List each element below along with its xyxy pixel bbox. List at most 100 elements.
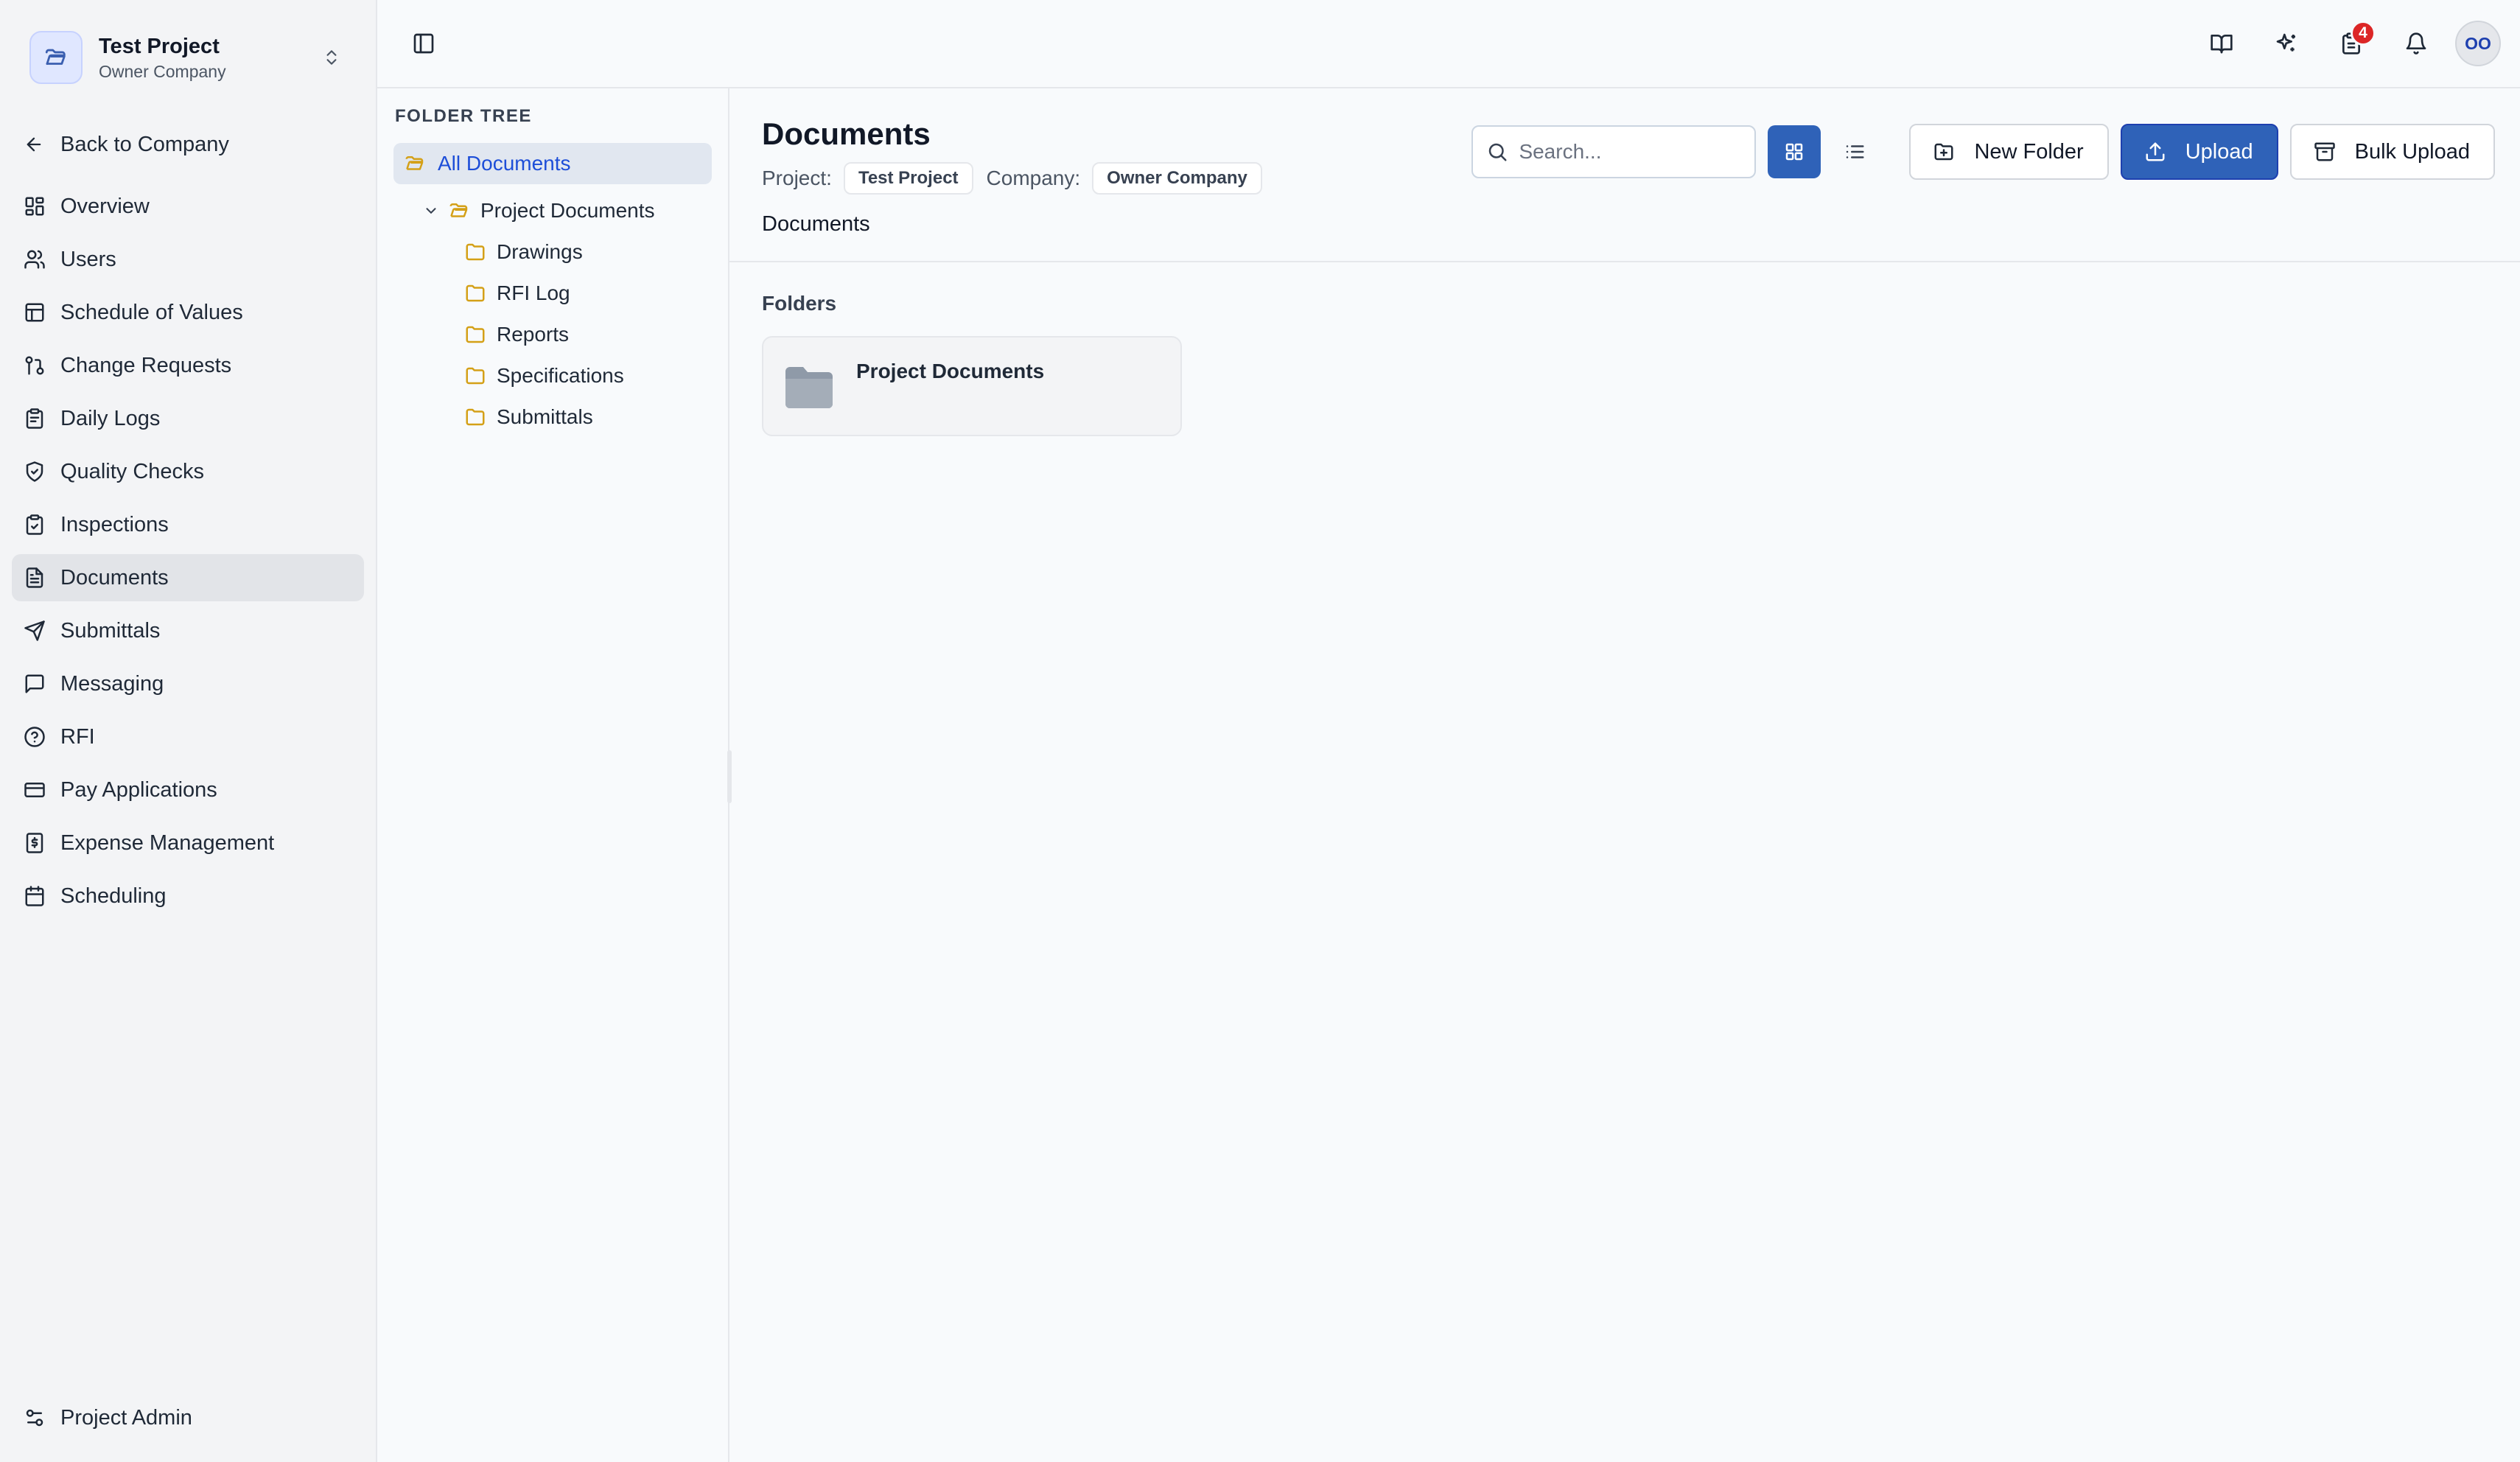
panel-resize-handle[interactable]	[727, 750, 732, 803]
sidebar-item-daily-logs[interactable]: Daily Logs	[12, 395, 364, 442]
app-root: Test Project Owner Company Back to Compa…	[0, 0, 2520, 1462]
sidebar-item-pay-applications[interactable]: Pay Applications	[12, 766, 364, 814]
sidebar-item-overview[interactable]: Overview	[12, 183, 364, 230]
breadcrumb[interactable]: Documents	[762, 212, 2495, 237]
settings-sliders-icon	[26, 1409, 43, 1427]
sidebar-item-label: Quality Checks	[60, 459, 205, 483]
folder-icon	[466, 326, 485, 343]
folder-card-name: Project Documents	[856, 360, 1045, 382]
tasks-button[interactable]: 4	[2325, 18, 2377, 69]
back-to-company-link[interactable]: Back to Company	[12, 119, 364, 169]
sidebar-item-schedule-of-values[interactable]: Schedule of Values	[12, 289, 364, 336]
main-area: 4 OO FOLDER TREE All Documents Project D…	[377, 0, 2520, 1462]
chevrons-up-down-icon	[317, 43, 346, 72]
sidebar-nav: Overview Users Schedule of Values Change…	[0, 183, 376, 926]
sidebar-item-label: Messaging	[60, 671, 164, 696]
grid-view-icon	[1786, 143, 1803, 161]
sidebar-item-label: Schedule of Values	[60, 300, 243, 324]
tree-item-project-documents[interactable]: Project Documents	[393, 190, 712, 231]
shield-check-icon	[26, 461, 43, 482]
ai-assistant-button[interactable]	[2261, 18, 2312, 69]
message-icon	[25, 674, 44, 693]
folder-icon	[466, 367, 485, 385]
sidebar-item-label: Pay Applications	[60, 777, 217, 802]
bulk-upload-label: Bulk Upload	[2354, 139, 2470, 164]
grid-icon	[25, 197, 44, 216]
help-circle-icon	[24, 727, 45, 747]
folder-icon	[466, 408, 485, 426]
sidebar-item-rfi[interactable]: RFI	[12, 713, 364, 760]
project-avatar	[29, 31, 83, 84]
new-folder-button[interactable]: New Folder	[1909, 124, 2109, 180]
sidebar-item-users[interactable]: Users	[12, 236, 364, 283]
project-admin-label: Project Admin	[60, 1405, 192, 1430]
documents-content: Documents Project: Test Project Company:…	[729, 88, 2520, 1462]
tree-item-label: RFI Log	[497, 281, 570, 304]
sidebar-item-inspections[interactable]: Inspections	[12, 501, 364, 548]
tree-item-specifications[interactable]: Specifications	[393, 355, 712, 396]
folder-plus-icon	[1934, 143, 1953, 161]
folder-filled-icon	[785, 367, 833, 408]
folder-open-icon	[45, 49, 66, 65]
list-view-button[interactable]	[1828, 125, 1881, 178]
company-label: Company:	[986, 167, 1081, 189]
calendar-icon	[25, 886, 44, 906]
git-compare-icon	[25, 356, 44, 375]
docs-button[interactable]	[2196, 18, 2247, 69]
bell-icon	[2406, 32, 2426, 55]
new-folder-label: New Folder	[1974, 139, 2084, 164]
project-name: Test Project	[99, 35, 220, 58]
grid-view-button[interactable]	[1768, 125, 1821, 178]
sidebar-item-scheduling[interactable]: Scheduling	[12, 872, 364, 920]
tree-item-label: Drawings	[497, 240, 583, 263]
upload-label: Upload	[2185, 139, 2253, 164]
back-label: Back to Company	[60, 132, 229, 156]
sidebar-item-submittals[interactable]: Submittals	[12, 607, 364, 654]
folder-tree-title: FOLDER TREE	[395, 106, 532, 126]
tree-item-reports[interactable]: Reports	[393, 314, 712, 355]
tree-item-all-documents[interactable]: All Documents	[393, 143, 712, 184]
tree-item-submittals[interactable]: Submittals	[393, 396, 712, 438]
folders-section: Folders Project Documents	[729, 262, 2520, 466]
tree-item-label: Project Documents	[480, 199, 655, 222]
toggle-sidebar-button[interactable]	[398, 18, 449, 69]
topbar-actions: 4 OO	[2196, 18, 2501, 69]
tree-item-rfi-log[interactable]: RFI Log	[393, 273, 712, 314]
sidebar-item-messaging[interactable]: Messaging	[12, 660, 364, 707]
sidebar-item-documents[interactable]: Documents	[12, 554, 364, 601]
book-open-icon	[2211, 35, 2233, 54]
sidebar-item-label: Submittals	[60, 618, 161, 643]
sidebar: Test Project Owner Company Back to Compa…	[0, 0, 377, 1462]
project-switcher[interactable]: Test Project Owner Company	[12, 21, 364, 94]
sidebar-item-label: Users	[60, 247, 116, 271]
bulk-upload-button[interactable]: Bulk Upload	[2289, 124, 2495, 180]
upload-button[interactable]: Upload	[2120, 124, 2278, 180]
table-icon	[25, 303, 44, 322]
sidebar-item-expense-management[interactable]: Expense Management	[12, 819, 364, 867]
search-input[interactable]	[1519, 140, 1740, 164]
sidebar-bottom: Project Admin	[12, 1394, 364, 1447]
project-label: Project:	[762, 167, 832, 189]
folder-icon	[466, 243, 485, 261]
topbar: 4 OO	[377, 0, 2520, 88]
project-admin-link[interactable]: Project Admin	[12, 1394, 364, 1441]
sidebar-item-quality-checks[interactable]: Quality Checks	[12, 448, 364, 495]
user-avatar[interactable]: OO	[2455, 21, 2501, 66]
company-chip: Owner Company	[1092, 162, 1262, 195]
folder-card-project-documents[interactable]: Project Documents	[762, 336, 1182, 436]
search-icon	[1489, 143, 1507, 161]
tree-item-drawings[interactable]: Drawings	[393, 231, 712, 273]
sidebar-item-label: RFI	[60, 724, 95, 749]
chevron-down-icon[interactable]	[423, 203, 439, 219]
clipboard-icon	[26, 408, 43, 429]
search-box[interactable]	[1471, 125, 1757, 178]
sidebar-item-label: Change Requests	[60, 353, 232, 377]
folders-heading: Folders	[762, 292, 837, 315]
notifications-button[interactable]	[2390, 18, 2442, 69]
send-icon	[24, 620, 45, 641]
sidebar-item-label: Scheduling	[60, 884, 167, 908]
sidebar-item-label: Inspections	[60, 512, 169, 536]
toolbar: New Folder Upload Bulk Upload	[1471, 124, 2495, 180]
sidebar-item-change-requests[interactable]: Change Requests	[12, 342, 364, 389]
tree-item-label: Specifications	[497, 364, 624, 387]
